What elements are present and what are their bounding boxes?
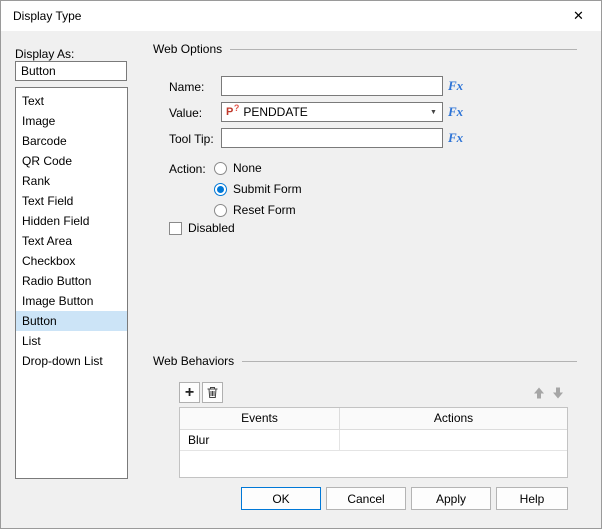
dialog-title: Display Type xyxy=(13,9,82,23)
action-label: Action: xyxy=(169,162,206,176)
list-item-qr-code[interactable]: QR Code xyxy=(16,151,127,171)
list-item-text[interactable]: Text xyxy=(16,91,127,111)
move-up-button[interactable] xyxy=(530,384,547,401)
radio-icon-selected xyxy=(214,182,227,196)
table-row[interactable]: Blur xyxy=(180,430,567,451)
list-item-text-area[interactable]: Text Area xyxy=(16,231,127,251)
list-item-image-button[interactable]: Image Button xyxy=(16,291,127,311)
list-item-image[interactable]: Image xyxy=(16,111,127,131)
disabled-checkbox[interactable]: Disabled xyxy=(169,221,235,235)
radio-icon xyxy=(214,203,227,217)
behaviors-table: Events Actions Blur xyxy=(179,407,568,478)
formula-button-name[interactable]: Fx xyxy=(448,78,463,94)
web-options-label: Web Options xyxy=(153,42,223,56)
display-as-label: Display As: xyxy=(15,47,75,61)
display-type-dialog: Display Type ✕ Display As: Text Image Ba… xyxy=(0,0,602,529)
tooltip-label: Tool Tip: xyxy=(169,132,214,146)
formula-button-value[interactable]: Fx xyxy=(448,104,463,120)
disabled-label: Disabled xyxy=(188,221,235,235)
radio-label: None xyxy=(233,161,262,175)
cancel-button[interactable]: Cancel xyxy=(326,487,406,510)
header-events: Events xyxy=(180,408,340,429)
value-dropdown-text: PENDDATE xyxy=(243,105,308,119)
apply-button[interactable]: Apply xyxy=(411,487,491,510)
radio-icon xyxy=(214,161,227,175)
list-item-button[interactable]: Button xyxy=(16,311,127,331)
web-behaviors-group-header: Web Behaviors xyxy=(153,354,577,368)
checkbox-icon xyxy=(169,221,182,235)
radio-option-none[interactable]: None xyxy=(214,161,262,175)
delete-behavior-button[interactable] xyxy=(202,382,223,403)
radio-option-reset-form[interactable]: Reset Form xyxy=(214,203,296,217)
close-icon[interactable]: ✕ xyxy=(556,1,601,31)
web-options-group-header: Web Options xyxy=(153,42,577,56)
display-type-list: Text Image Barcode QR Code Rank Text Fie… xyxy=(15,87,128,479)
list-item-rank[interactable]: Rank xyxy=(16,171,127,191)
value-label: Value: xyxy=(169,106,203,120)
cell-action xyxy=(340,430,567,450)
list-item-barcode[interactable]: Barcode xyxy=(16,131,127,151)
radio-label: Submit Form xyxy=(233,182,302,196)
move-down-button[interactable] xyxy=(549,384,566,401)
radio-label: Reset Form xyxy=(233,203,296,217)
chevron-down-icon[interactable]: ▼ xyxy=(425,103,442,121)
titlebar: Display Type ✕ xyxy=(1,1,601,31)
down-arrow-icon xyxy=(552,387,563,398)
web-behaviors-label: Web Behaviors xyxy=(153,354,235,368)
trash-icon xyxy=(207,387,218,398)
list-item-radio-button[interactable]: Radio Button xyxy=(16,271,127,291)
list-item-checkbox[interactable]: Checkbox xyxy=(16,251,127,271)
list-item-list[interactable]: List xyxy=(16,331,127,351)
tooltip-input[interactable] xyxy=(221,128,443,148)
list-item-hidden-field[interactable]: Hidden Field xyxy=(16,211,127,231)
plus-icon: + xyxy=(184,383,195,401)
value-dropdown[interactable]: P? PENDDATE ▼ xyxy=(221,102,443,122)
group-divider xyxy=(230,48,577,50)
display-as-input[interactable] xyxy=(15,61,127,81)
list-item-text-field[interactable]: Text Field xyxy=(16,191,127,211)
parameter-icon: P? xyxy=(226,102,240,118)
list-item-drop-down-list[interactable]: Drop-down List xyxy=(16,351,127,371)
help-button[interactable]: Help xyxy=(496,487,568,510)
name-input[interactable] xyxy=(221,76,443,96)
header-actions: Actions xyxy=(433,411,474,425)
ok-button[interactable]: OK xyxy=(241,487,321,510)
name-label: Name: xyxy=(169,80,205,94)
cell-event: Blur xyxy=(180,430,340,450)
group-divider xyxy=(242,360,577,362)
radio-option-submit-form[interactable]: Submit Form xyxy=(214,182,302,196)
up-arrow-icon xyxy=(533,387,544,398)
formula-button-tooltip[interactable]: Fx xyxy=(448,130,463,146)
add-behavior-button[interactable]: + xyxy=(179,382,200,403)
table-header-row: Events Actions xyxy=(180,408,567,430)
